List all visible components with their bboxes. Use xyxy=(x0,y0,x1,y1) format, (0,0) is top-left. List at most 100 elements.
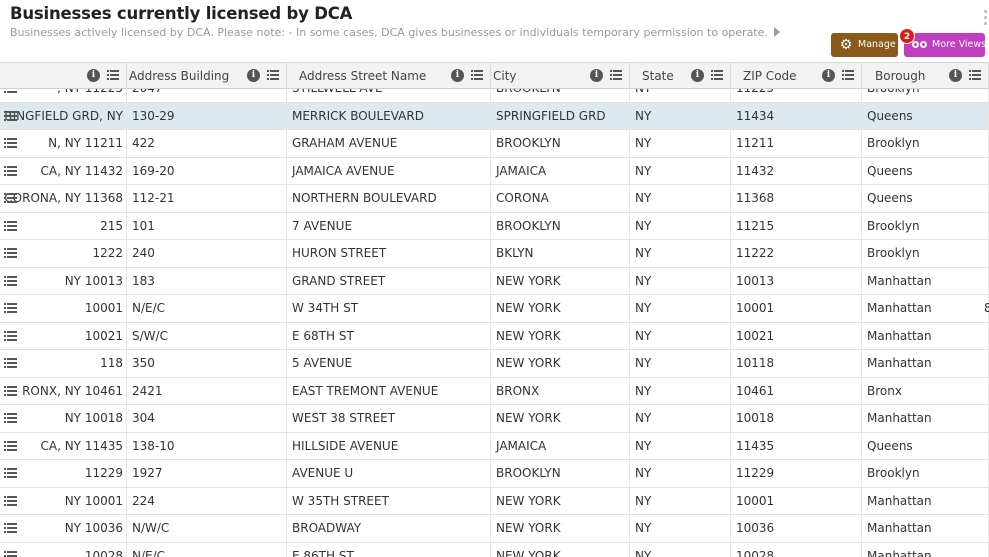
table-row[interactable]: 10021 S/W/C E 68TH ST NEW YORK NY 10021 Manhat… xyxy=(0,322,989,350)
column-info-icon[interactable]: i xyxy=(451,69,464,82)
expand-description-icon[interactable] xyxy=(773,27,780,37)
dataset-description-text: Businesses actively licensed by DCA. Ple… xyxy=(10,26,768,39)
address-street-name-column-cell: MERRICK BOULEVARD xyxy=(287,102,491,130)
address-street-name-column-header[interactable]: Address Street Name i xyxy=(287,63,491,89)
row-menu-icon[interactable] xyxy=(4,193,17,204)
zip-code-column-cell: 10013 xyxy=(731,267,862,295)
data-grid: , NY 112252047STILLWELL AVEBROOKLYNNY112… xyxy=(0,62,989,557)
more-options-icon[interactable] xyxy=(984,10,988,28)
column-menu-icon[interactable] xyxy=(471,70,483,81)
table-row[interactable]: RINGFIELD GRD, NY 130-29 MERRICK BOULEVARD… xyxy=(0,102,989,130)
state-column-header[interactable]: State i xyxy=(630,63,731,89)
table-row[interactable]: CORONA, NY 11368 112-21 NORTHERN BOULEVARD… xyxy=(0,185,989,213)
table-row[interactable]: CA, NY 11435 138-10 HILLSIDE AVENUE JAMAICA… xyxy=(0,432,989,460)
address-building-column-cell: 350 xyxy=(127,350,287,377)
table-row[interactable]: 118 350 5 AVENUE NEW YORK NY 10118 Manhattan xyxy=(0,350,989,378)
address-cell-text: 10028 xyxy=(84,548,123,557)
table-row[interactable]: NY 10013 183 GRAND STREET NEW YORK NY 10013 Ma… xyxy=(0,267,989,295)
column-menu-icon[interactable] xyxy=(610,70,622,81)
row-menu-icon[interactable] xyxy=(4,275,17,287)
table-row[interactable]: 11229 1927 AVENUE U BROOKLYN NY 11229 Brooklyn xyxy=(0,460,989,488)
address-building-column-cell: 304 xyxy=(127,405,287,432)
address-cell-text: 1222 xyxy=(92,246,123,260)
dataset-description[interactable]: Businesses actively licensed by DCA. Ple… xyxy=(10,26,780,39)
address-column-cell: NY 10013 xyxy=(0,267,127,295)
table-row[interactable]: 10001 N/E/C W 34TH ST NEW YORK NY 10001 Manhat… xyxy=(0,295,989,323)
column-menu-icon[interactable] xyxy=(969,70,981,81)
zip-code-column-cell: 11222 xyxy=(731,240,862,267)
row-menu-icon[interactable] xyxy=(4,495,17,507)
address-column-cell: CA, NY 11432 xyxy=(0,157,127,185)
column-menu-icon[interactable] xyxy=(842,70,854,81)
borough-column-header[interactable]: Borough i xyxy=(862,63,989,89)
address-column-cell: 10021 xyxy=(0,322,127,350)
address-column-cell: 1222 xyxy=(0,240,127,267)
gear-icon: ⚙ xyxy=(839,37,853,53)
address-cell-text: CA, NY 11435 xyxy=(40,438,123,453)
column-info-icon[interactable]: i xyxy=(87,69,100,82)
city-column-header[interactable]: City i xyxy=(491,63,630,89)
address-cell-text: 10001 xyxy=(84,301,123,315)
table-row[interactable]: NY 10036 N/W/C BROADWAY NEW YORK NY 10036 Manh… xyxy=(0,515,989,543)
column-menu-icon[interactable] xyxy=(711,70,723,81)
address-building-column-header[interactable]: Address Building i xyxy=(127,63,287,89)
row-menu-icon[interactable] xyxy=(4,468,17,479)
column-info-icon[interactable]: i xyxy=(822,69,835,82)
address-cell-text: RINGFIELD GRD, NY xyxy=(4,108,123,123)
row-menu-icon[interactable] xyxy=(4,523,17,534)
column-info-icon[interactable]: i xyxy=(949,69,962,82)
row-menu-icon[interactable] xyxy=(4,413,17,424)
address-cell-text: 118 xyxy=(100,356,123,370)
row-menu-icon[interactable] xyxy=(4,110,17,122)
table-row[interactable]: RONX, NY 10461 2421 EAST TREMONT AVENUE BRO… xyxy=(0,377,989,405)
row-menu-icon[interactable] xyxy=(4,138,17,149)
city-column-cell: BROOKLYN xyxy=(491,460,630,487)
zip-code-column-cell: 10001 xyxy=(731,487,862,515)
address-column-cell: RONX, NY 10461 xyxy=(0,377,127,405)
row-menu-icon[interactable] xyxy=(4,303,17,314)
borough-column-cell: Manhattan xyxy=(862,487,989,515)
row-menu-icon[interactable] xyxy=(4,330,17,342)
manage-button[interactable]: ⚙ Manage xyxy=(831,33,898,57)
more-views-button[interactable]: More Views xyxy=(904,33,986,57)
city-column-cell: BROOKLYN xyxy=(491,130,630,157)
row-menu-icon[interactable] xyxy=(4,550,17,557)
city-column-cell: NEW YORK xyxy=(491,515,630,542)
city-column-cell: NEW YORK xyxy=(491,487,630,515)
address-column-header[interactable]: i xyxy=(0,63,127,89)
row-menu-icon[interactable] xyxy=(4,220,17,232)
address-column-cell: RINGFIELD GRD, NY xyxy=(0,102,127,130)
state-column-cell: NY xyxy=(630,267,731,295)
state-column-cell: NY xyxy=(630,295,731,322)
column-menu-icon[interactable] xyxy=(107,70,119,81)
state-column-cell: NY xyxy=(630,542,731,557)
row-menu-icon[interactable] xyxy=(4,165,17,177)
address-street-name-column-cell: HURON STREET xyxy=(287,240,491,267)
table-row[interactable]: 10028 N/E/C E 86TH ST NEW YORK NY 10028 Manhat… xyxy=(0,542,989,557)
table-row[interactable]: CA, NY 11432 169-20 JAMAICA AVENUE JAMAICA N… xyxy=(0,157,989,185)
page-header: Businesses currently licensed by DCA Bus… xyxy=(0,0,989,62)
column-info-icon[interactable]: i xyxy=(691,69,704,82)
borough-column-cell: Manhattan xyxy=(862,542,989,557)
row-menu-icon[interactable] xyxy=(4,440,17,452)
column-menu-icon[interactable] xyxy=(267,70,279,81)
column-info-icon[interactable]: i xyxy=(247,69,260,82)
address-building-column-cell: S/W/C xyxy=(127,322,287,350)
address-cell-text: NY 10036 xyxy=(64,521,123,535)
row-menu-icon[interactable] xyxy=(4,385,17,397)
table-row[interactable]: NY 10001 224 W 35TH STREET NEW YORK NY 10001 M… xyxy=(0,487,989,515)
zip-code-column-header[interactable]: ZIP Code i xyxy=(731,63,862,89)
address-column-cell: 215 xyxy=(0,212,127,240)
more-views-count-badge: 2 xyxy=(899,28,915,44)
address-building-column-cell: 240 xyxy=(127,240,287,267)
address-building-column-cell: 2421 xyxy=(127,377,287,405)
row-menu-icon[interactable] xyxy=(4,248,17,259)
table-row[interactable]: 1222 240 HURON STREET BKLYN NY 11222 Brooklyn xyxy=(0,240,989,268)
address-street-name-column-cell: W 34TH ST xyxy=(287,295,491,322)
column-info-icon[interactable]: i xyxy=(590,69,603,82)
table-row[interactable]: NY 10018 304 WEST 38 STREET NEW YORK NY 10018… xyxy=(0,405,989,433)
table-row[interactable]: 215 101 7 AVENUE BROOKLYN NY 11215 Brooklyn xyxy=(0,212,989,240)
table-row[interactable]: N, NY 11211 422 GRAHAM AVENUE BROOKLYN NY 112… xyxy=(0,130,989,158)
borough-column-cell: Manhattan xyxy=(862,295,989,322)
row-menu-icon[interactable] xyxy=(4,358,17,369)
